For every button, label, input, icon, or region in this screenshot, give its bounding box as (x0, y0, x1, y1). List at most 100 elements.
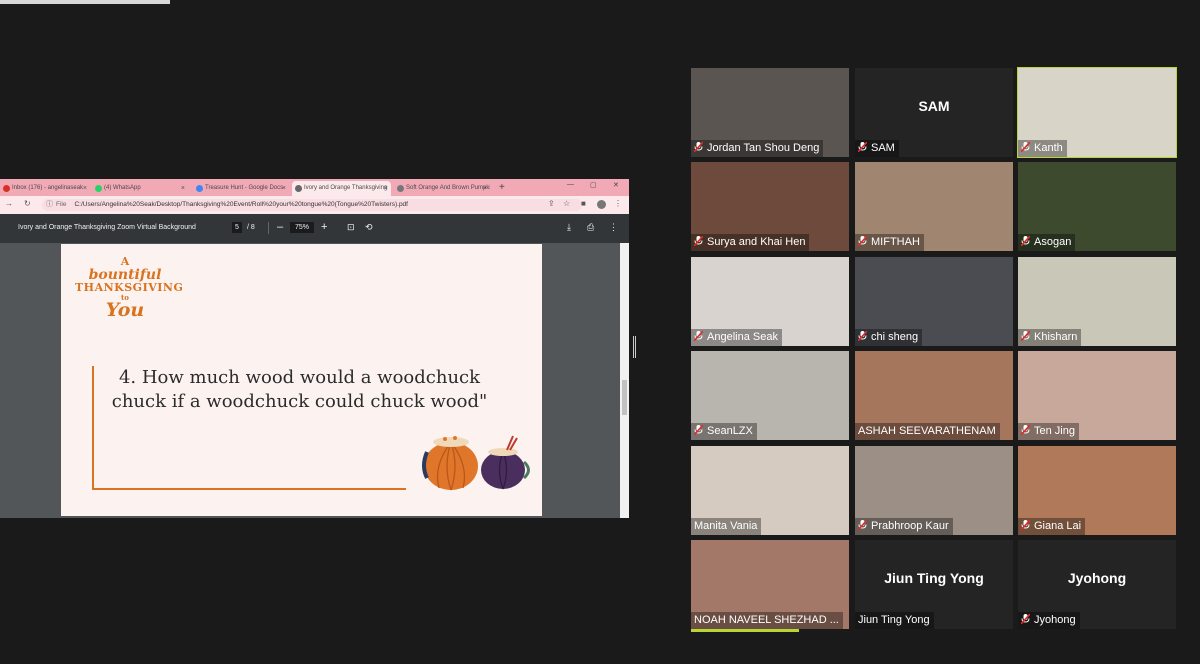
muted-mic-icon (694, 331, 707, 343)
muted-mic-icon (1021, 520, 1034, 532)
url-text: C:/Users/Angelina%20Seak/Desktop/Thanksg… (74, 201, 408, 208)
shared-screen: + — ▢ ✕ Inbox (176) - angelinaseak × (4) W… (0, 179, 629, 518)
address-bar: → ↻ ⓘ File C:/Users/Angelina%20Seak/Deskt… (0, 196, 629, 214)
participant-name-label: Jiun Ting Yong (855, 612, 934, 629)
pumpkin-mugs-illustration (422, 435, 530, 491)
avatar[interactable] (597, 200, 606, 209)
participant-name-label: Jordan Tan Shou Deng (691, 140, 824, 157)
more-options-icon[interactable]: ⋮ (609, 222, 618, 233)
close-icon[interactable]: ✕ (613, 181, 619, 189)
url-field[interactable]: ⓘ File C:/Users/Angelina%20Seak/Desktop/T… (42, 199, 582, 211)
participant-tile[interactable]: Kanth (1017, 67, 1177, 158)
participant-name: Ten Jing (1034, 425, 1075, 437)
participant-tile[interactable]: SeanLZX (691, 351, 849, 440)
participant-name-label: Ten Jing (1018, 423, 1079, 440)
pdf-toolbar: Ivory and Orange Thanksgiving Zoom Virtu… (0, 214, 629, 243)
participant-name-label: Prabhroop Kaur (855, 518, 953, 535)
scrollbar-thumb[interactable] (622, 380, 627, 415)
zoom-in-icon[interactable]: + (321, 221, 327, 233)
participant-name: Surya and Khai Hen (707, 236, 806, 248)
tab-label: Inbox (176) - angelinaseak (12, 185, 84, 191)
participant-name: SeanLZX (707, 425, 753, 437)
participant-tile[interactable]: chi sheng (855, 257, 1013, 346)
participant-name: NOAH NAVEEL SHEZHAD ... (694, 614, 839, 626)
participant-name: Jyohong (1034, 614, 1076, 626)
extension-icon[interactable]: ■ (581, 199, 586, 208)
new-tab-button[interactable]: + (499, 181, 505, 194)
logo-line: You (105, 299, 145, 322)
participant-name-label: Giana Lai (1018, 518, 1086, 535)
participant-tile[interactable]: NOAH NAVEEL SHEZHAD ... (691, 540, 849, 629)
page-number-input[interactable]: 5 (232, 222, 242, 233)
file-label: File (56, 201, 67, 208)
participant-name: Prabhroop Kaur (871, 520, 949, 532)
participant-tile[interactable]: Giana Lai (1018, 446, 1176, 535)
scrollbar[interactable] (620, 243, 629, 518)
participant-tile[interactable]: Asogan (1018, 162, 1176, 251)
fit-page-icon[interactable]: ⊡ (347, 222, 355, 233)
print-icon[interactable]: ⎙ (587, 222, 594, 233)
tab-label: Ivory and Orange Thanksgiving (304, 185, 388, 191)
participant-name: Jordan Tan Shou Deng (707, 142, 820, 154)
participant-display-name: Jiun Ting Yong (884, 570, 984, 586)
muted-mic-icon (858, 520, 871, 532)
resize-handle[interactable] (633, 336, 636, 358)
participant-tile[interactable]: Surya and Khai Hen (691, 162, 849, 251)
maximize-icon[interactable]: ▢ (590, 181, 597, 189)
browser-tab[interactable]: (4) WhatsApp × (92, 181, 188, 196)
participant-tile[interactable]: Khisharn (1018, 257, 1176, 346)
participant-name-label: chi sheng (855, 329, 923, 346)
favicon-icon (397, 185, 404, 192)
participant-name: Giana Lai (1034, 520, 1082, 532)
share-icon[interactable]: ⇪ (548, 199, 555, 208)
browser-tab[interactable]: Inbox (176) - angelinaseak × (0, 181, 90, 196)
participant-tile[interactable]: Ten Jing (1018, 351, 1176, 440)
participant-tile[interactable]: ASHAH SEEVARATHENAM (855, 351, 1013, 440)
decorative-line (92, 366, 94, 490)
zoom-input[interactable]: 75% (290, 222, 314, 233)
participant-tile[interactable]: Angelina Seak (691, 257, 849, 346)
close-tab-icon[interactable]: × (282, 181, 286, 196)
download-icon[interactable]: ⤓ (567, 222, 571, 233)
logo-line: A (120, 255, 130, 268)
participant-tile[interactable]: Prabhroop Kaur (855, 446, 1013, 535)
participant-tile[interactable]: Jordan Tan Shou Deng (691, 68, 849, 157)
participant-name-label: MIFTHAH (855, 234, 924, 251)
participant-tile[interactable]: SAM SAM (855, 68, 1013, 157)
back-icon[interactable]: → (5, 199, 13, 208)
minimize-icon[interactable]: — (567, 181, 574, 188)
participant-name-label: Kanth (1018, 140, 1067, 157)
zoom-out-icon[interactable]: – (277, 221, 283, 233)
participant-tile[interactable]: Jyohong Jyohong (1018, 540, 1176, 629)
menu-icon[interactable]: ⋮ (614, 199, 622, 208)
reload-icon[interactable]: ↻ (24, 199, 31, 208)
participant-tile[interactable]: MIFTHAH (855, 162, 1013, 251)
bookmark-star-icon[interactable]: ☆ (563, 199, 570, 208)
participant-name-label: SAM (855, 140, 899, 157)
participant-name-label: SeanLZX (691, 423, 757, 440)
muted-mic-icon (1021, 425, 1034, 437)
decorative-line (92, 488, 406, 490)
participant-tile[interactable]: Jiun Ting Yong Jiun Ting Yong (855, 540, 1013, 629)
participant-name: Asogan (1034, 236, 1072, 248)
participant-name-label: Jyohong (1018, 612, 1080, 629)
logo-line: bountiful (88, 266, 162, 283)
participant-name-label: Angelina Seak (691, 329, 782, 346)
divider (268, 222, 269, 234)
participant-display-name: SAM (918, 98, 950, 114)
close-tab-icon[interactable]: × (483, 181, 487, 196)
browser-tab[interactable]: Treasure Hunt - Google Docs × (193, 181, 289, 196)
favicon-icon (95, 185, 102, 192)
close-tab-icon[interactable]: × (181, 181, 185, 196)
participant-tile[interactable]: Manita Vania (691, 446, 849, 535)
muted-mic-icon (858, 142, 871, 154)
close-tab-icon[interactable]: × (83, 181, 87, 196)
participant-name: Jiun Ting Yong (858, 614, 930, 626)
close-tab-icon[interactable]: × (384, 181, 388, 196)
favicon-icon (3, 185, 10, 192)
browser-tab[interactable]: Ivory and Orange Thanksgiving × (292, 181, 391, 196)
rotate-icon[interactable]: ⟲ (365, 222, 373, 233)
tab-label: Treasure Hunt - Google Docs (205, 185, 284, 191)
browser-tab[interactable]: Soft Orange And Brown Pumpkin × (394, 181, 490, 196)
participant-name-label: Khisharn (1018, 329, 1082, 346)
